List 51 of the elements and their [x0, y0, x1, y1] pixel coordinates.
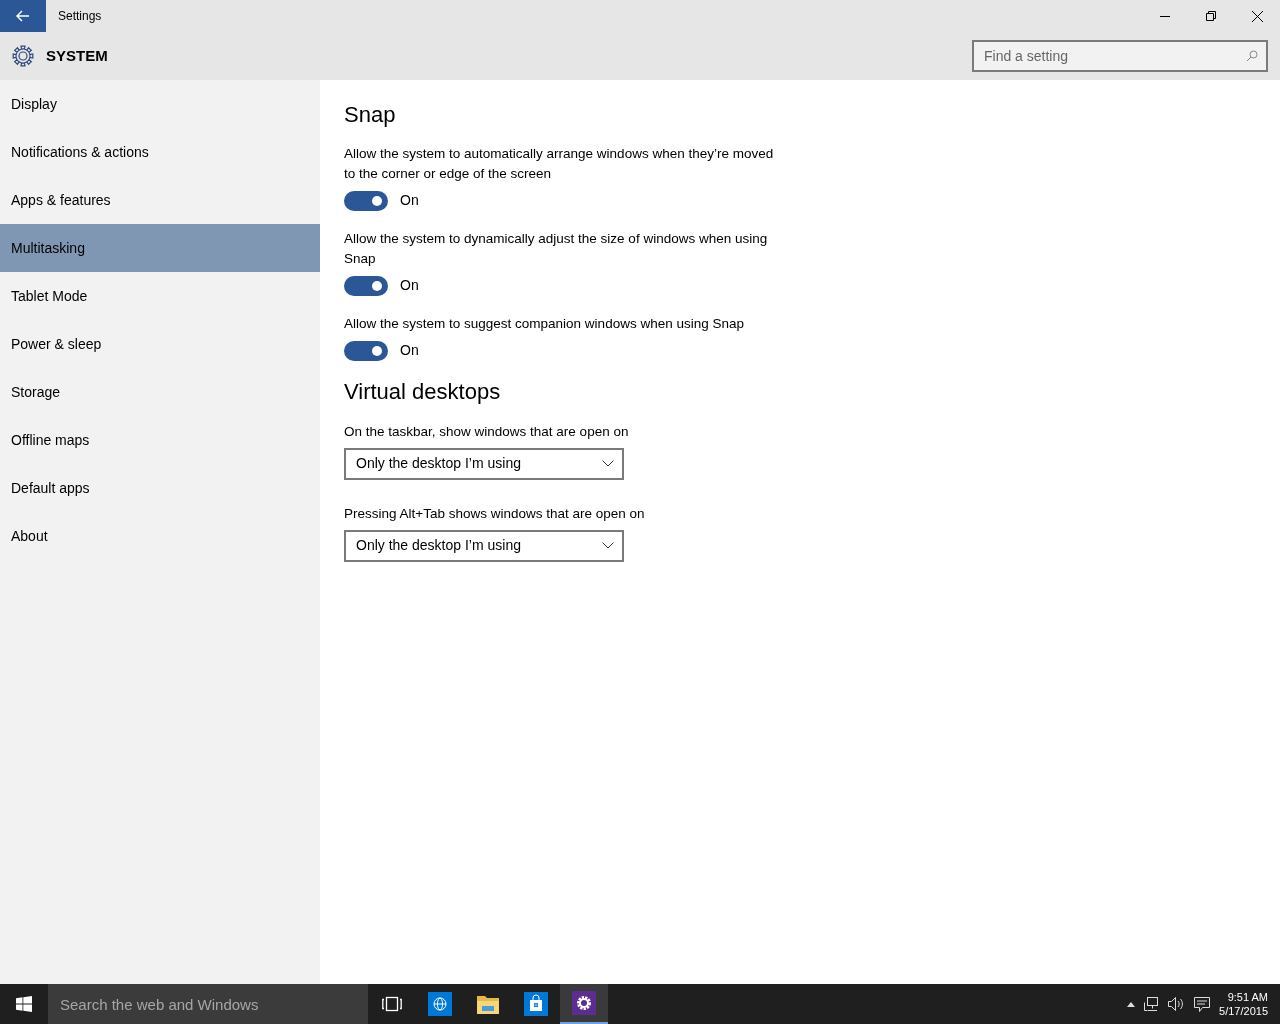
sidebar-item[interactable]: Display [0, 80, 320, 128]
toggle-switch[interactable] [344, 275, 388, 296]
window-title: Settings [58, 8, 103, 25]
toggle-state-label: On [400, 276, 419, 296]
sidebar-item[interactable]: Default apps [0, 464, 320, 512]
sidebar-item[interactable]: About [0, 512, 320, 560]
toggle-state-label: On [400, 341, 419, 361]
sidebar-item[interactable]: Apps & features [0, 176, 320, 224]
globe-icon [428, 992, 452, 1016]
gear-icon [572, 991, 596, 1015]
setting-description: Allow the system to suggest companion windows when using Snap [344, 315, 745, 334]
sidebar-item[interactable]: Tablet Mode [0, 272, 320, 320]
network-icon[interactable] [1143, 996, 1160, 1012]
back-button[interactable] [0, 0, 46, 32]
sidebar-item[interactable]: Multitasking [0, 224, 320, 272]
toggle-state-label: On [400, 191, 419, 211]
toggle-switch[interactable] [344, 340, 388, 361]
taskbar-button[interactable] [560, 984, 608, 1024]
taskbar-search-field[interactable]: Search the web and Windows [48, 984, 368, 1024]
setting-description: Allow the system to dynamically adjust the size of windows when using Snap [344, 230, 769, 269]
section-heading: Virtual desktops [344, 379, 502, 406]
clock-time: 9:51 AM [1226, 990, 1268, 1004]
page-title: SYSTEM [46, 45, 109, 66]
speaker-icon[interactable] [1167, 996, 1186, 1012]
clock-date: 5/17/2015 [1219, 1004, 1268, 1018]
setting-description: Allow the system to automatically arrange windows when they’re moved to the corner or edge of the screen [344, 145, 775, 184]
windows-logo-icon [16, 996, 32, 1012]
sidebar-item[interactable]: Offline maps [0, 416, 320, 464]
search-icon [1246, 50, 1258, 62]
task-view-icon [382, 996, 402, 1012]
clock[interactable]: 9:51 AM 5/17/2015 [1219, 990, 1268, 1018]
chevron-down-icon [602, 460, 614, 468]
back-arrow-icon [16, 10, 30, 22]
dropdown[interactable]: Only the desktop I’m using [344, 447, 624, 480]
notification-icon[interactable] [1193, 995, 1212, 1013]
gear-icon [10, 43, 36, 69]
setting-description: Pressing Alt+Tab shows windows that are open on [344, 504, 646, 523]
section-heading: Snap [344, 102, 397, 129]
sidebar-item[interactable]: Notifications & actions [0, 128, 320, 176]
setting-description: On the taskbar, show windows that are open on [344, 422, 630, 441]
shopping-bag-icon [524, 992, 548, 1016]
restore-icon [1206, 11, 1216, 21]
dropdown[interactable]: Only the desktop I’m using [344, 529, 624, 562]
sidebar-item[interactable]: Storage [0, 368, 320, 416]
chevron-down-icon [602, 542, 614, 550]
folder-icon [476, 993, 500, 1015]
close-icon [1251, 10, 1263, 22]
chevron-up-icon[interactable] [1127, 1001, 1136, 1007]
toggle-switch[interactable] [344, 190, 388, 211]
sidebar-item[interactable]: Power & sleep [0, 320, 320, 368]
search-field[interactable]: Find a setting [972, 40, 1268, 72]
